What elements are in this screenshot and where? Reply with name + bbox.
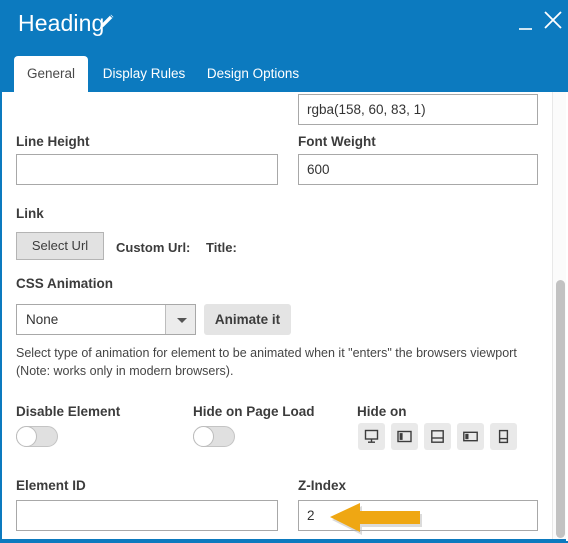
line-height-input[interactable] — [16, 154, 278, 185]
color-value-input[interactable] — [298, 94, 538, 125]
disable-element-label: Disable Element — [16, 404, 121, 419]
minimize-icon — [519, 28, 532, 30]
css-animation-selected-value: None — [26, 312, 59, 327]
css-animation-label: CSS Animation — [16, 276, 114, 291]
hide-on-tablet-portrait-button[interactable] — [457, 423, 484, 450]
line-height-label: Line Height — [16, 134, 90, 149]
dialog-bottom-border — [2, 539, 566, 541]
hide-on-page-load-toggle[interactable] — [193, 426, 235, 447]
disable-element-toggle[interactable] — [16, 426, 58, 447]
hide-on-tablet-landscape-button[interactable] — [424, 423, 451, 450]
laptop-icon — [397, 430, 412, 443]
tab-display-rules[interactable]: Display Rules — [92, 56, 196, 92]
tablet-portrait-icon — [463, 431, 478, 442]
hide-on-page-load-label: Hide on Page Load — [193, 404, 315, 419]
hide-on-label: Hide on — [357, 404, 407, 419]
minimize-button[interactable] — [517, 12, 535, 34]
hide-on-desktop-button[interactable] — [358, 423, 385, 450]
vertical-scrollbar[interactable] — [552, 92, 566, 541]
hide-on-mobile-button[interactable] — [490, 423, 517, 450]
font-weight-input[interactable] — [298, 154, 538, 185]
desktop-icon — [364, 429, 379, 443]
general-tab-content: Line Height Font Weight Link Select Url … — [2, 92, 554, 541]
mobile-icon — [498, 429, 509, 444]
tab-design-options[interactable]: Design Options — [198, 56, 308, 92]
toggle-knob — [16, 426, 37, 447]
animate-it-button[interactable]: Animate it — [204, 304, 291, 335]
hide-on-laptop-button[interactable] — [391, 423, 418, 450]
page-title: Heading — [18, 10, 105, 36]
chevron-down-icon[interactable] — [165, 305, 195, 334]
element-id-label: Element ID — [16, 478, 86, 493]
dialog-body: Line Height Font Weight Link Select Url … — [0, 92, 568, 543]
css-animation-help-text: Select type of animation for element to … — [16, 346, 517, 378]
font-weight-label: Font Weight — [298, 134, 376, 149]
custom-url-label: Custom Url: — [116, 240, 191, 255]
tab-bar: General Display Rules Design Options — [0, 52, 568, 92]
scrollbar-thumb[interactable] — [556, 280, 565, 538]
toggle-knob — [193, 426, 214, 447]
select-url-button[interactable]: Select Url — [16, 232, 104, 260]
element-id-input[interactable] — [16, 500, 278, 531]
z-index-label: Z-Index — [298, 478, 347, 493]
settings-dialog: Heading General Display Rules Design Opt… — [0, 0, 568, 543]
tab-general[interactable]: General — [14, 56, 88, 92]
pencil-icon[interactable] — [96, 12, 116, 32]
dialog-titlebar: Heading — [0, 0, 568, 52]
close-button[interactable] — [542, 8, 564, 32]
css-animation-select[interactable]: None — [16, 304, 196, 335]
title-label: Title: — [206, 240, 237, 255]
close-icon — [544, 11, 562, 29]
z-index-input[interactable] — [298, 500, 538, 531]
link-label: Link — [16, 206, 44, 221]
tablet-landscape-icon — [431, 430, 444, 443]
